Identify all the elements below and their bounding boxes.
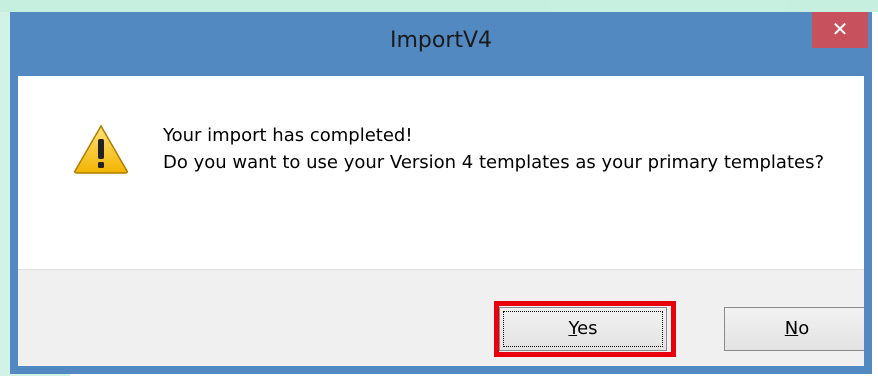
- no-accelerator: N: [784, 318, 799, 339]
- close-icon: ✕: [831, 17, 849, 41]
- import-dialog: ImportV4 ✕ Your import has completed! Do…: [10, 12, 872, 374]
- yes-button[interactable]: Yes: [499, 307, 667, 351]
- title-bar[interactable]: ImportV4 ✕: [10, 12, 872, 76]
- message-area: Your import has completed! Do you want t…: [18, 76, 864, 269]
- no-label-rest: o: [798, 318, 810, 339]
- close-button[interactable]: ✕: [812, 12, 868, 48]
- message-line: Your import has completed!: [163, 125, 413, 146]
- dialog-message: Your import has completed! Do you want t…: [163, 122, 843, 176]
- no-button[interactable]: No: [724, 307, 864, 351]
- message-line: Do you want to use your Version 4 templa…: [163, 152, 825, 173]
- button-bar: Yes No: [18, 269, 864, 366]
- focus-rectangle: [503, 311, 663, 347]
- warning-icon: [74, 124, 128, 174]
- dialog-title: ImportV4: [389, 28, 493, 53]
- dialog-client-area: Your import has completed! Do you want t…: [18, 76, 864, 366]
